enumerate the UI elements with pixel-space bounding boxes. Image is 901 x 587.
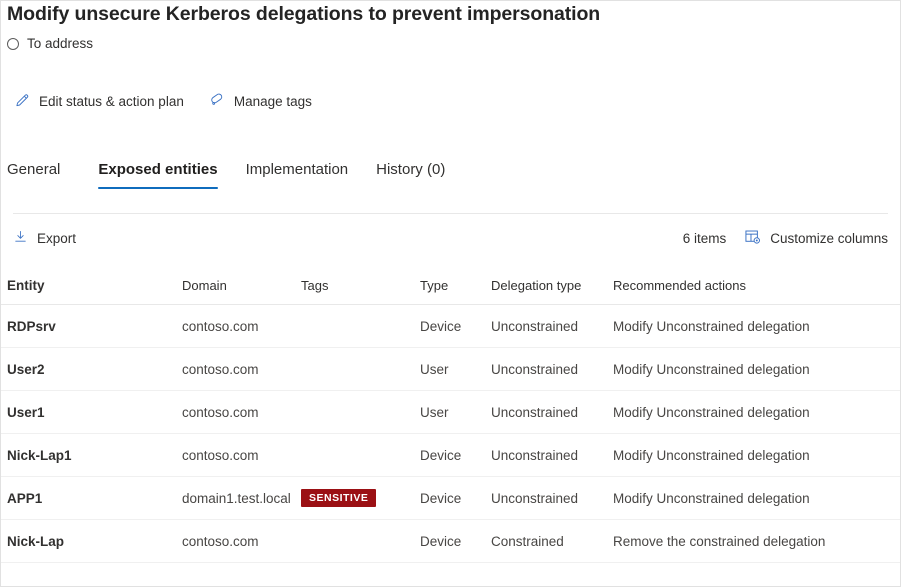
table-row[interactable]: APP1domain1.test.localSENSITIVE DeviceUnc… [1, 477, 901, 520]
cell-entity[interactable]: RDPsrv [7, 319, 182, 334]
column-header-tags: Tags [301, 278, 420, 293]
table-row[interactable]: RDPsrvcontoso.com DeviceUnconstrainedModi… [1, 305, 901, 348]
column-header-domain: Domain [182, 278, 301, 293]
manage-tags-button[interactable]: Manage tags [208, 91, 312, 112]
pencil-icon [13, 93, 30, 110]
circle-outline-icon [7, 38, 19, 50]
cell-entity[interactable]: Nick-Lap1 [7, 448, 182, 463]
tab-exposed-entities[interactable]: Exposed entities [84, 161, 231, 189]
cell-delegation-type: Unconstrained [491, 491, 613, 506]
tab-history[interactable]: History (0) [362, 161, 459, 189]
cell-entity[interactable]: User2 [7, 362, 182, 377]
cell-type: Device [420, 319, 491, 334]
cell-type: Device [420, 448, 491, 463]
column-header-delegation-type: Delegation type [491, 278, 613, 293]
status-label: To address [27, 36, 93, 51]
table-row[interactable]: Nick-Lapcontoso.com DeviceConstrainedRemo… [1, 520, 901, 563]
tab-implementation[interactable]: Implementation [232, 161, 363, 189]
cell-type: User [420, 405, 491, 420]
cell-domain: contoso.com [182, 405, 301, 420]
customize-columns-button[interactable]: Customize columns [744, 227, 888, 250]
cell-delegation-type: Unconstrained [491, 448, 613, 463]
cell-type: User [420, 362, 491, 377]
table-header-row: Entity Domain Tags Type Delegation type … [1, 267, 901, 305]
tab-bar: General Exposed entities Implementation … [1, 161, 901, 189]
cell-entity[interactable]: Nick-Lap [7, 534, 182, 549]
cell-recommended-action: Modify Unconstrained delegation [613, 319, 890, 334]
cell-delegation-type: Unconstrained [491, 319, 613, 334]
page-title: Modify unsecure Kerberos delegations to … [7, 3, 600, 26]
cell-domain: contoso.com [182, 534, 301, 549]
cell-entity[interactable]: APP1 [7, 491, 182, 506]
command-bar: Edit status & action plan Manage tags [13, 91, 312, 112]
table-row[interactable]: User2contoso.com UserUnconstrainedModify … [1, 348, 901, 391]
cell-recommended-action: Modify Unconstrained delegation [613, 405, 890, 420]
cell-tags: SENSITIVE [301, 489, 420, 507]
manage-tags-label: Manage tags [234, 94, 312, 109]
cell-entity[interactable]: User1 [7, 405, 182, 420]
download-icon [13, 229, 28, 247]
status-badge: To address [7, 36, 93, 51]
table-row[interactable]: Nick-Lap1contoso.com DeviceUnconstrainedM… [1, 434, 901, 477]
edit-status-action-plan-button[interactable]: Edit status & action plan [13, 91, 184, 112]
cell-domain: contoso.com [182, 362, 301, 377]
column-header-entity: Entity [7, 278, 182, 293]
cell-delegation-type: Unconstrained [491, 405, 613, 420]
item-count-label: 6 items [683, 231, 727, 246]
tabs-divider [13, 213, 888, 214]
cell-recommended-action: Remove the constrained delegation [613, 534, 890, 549]
column-header-recommended-actions: Recommended actions [613, 278, 890, 293]
customize-columns-label: Customize columns [770, 231, 888, 246]
cell-delegation-type: Unconstrained [491, 362, 613, 377]
cell-type: Device [420, 534, 491, 549]
cell-recommended-action: Modify Unconstrained delegation [613, 448, 890, 463]
cell-domain: contoso.com [182, 448, 301, 463]
cell-recommended-action: Modify Unconstrained delegation [613, 362, 890, 377]
column-header-type: Type [420, 278, 491, 293]
edit-status-action-plan-label: Edit status & action plan [39, 94, 184, 109]
table-toolbar: Export 6 items Customize columns [13, 223, 888, 253]
exposed-entities-table: Entity Domain Tags Type Delegation type … [1, 267, 901, 563]
table-row[interactable]: User1contoso.com UserUnconstrainedModify … [1, 391, 901, 434]
tag-icon [208, 93, 225, 110]
exposed-entities-page: Modify unsecure Kerberos delegations to … [0, 0, 901, 587]
cell-delegation-type: Constrained [491, 534, 613, 549]
export-label: Export [37, 231, 76, 246]
tab-general[interactable]: General [7, 161, 74, 189]
sensitive-tag-badge: SENSITIVE [301, 489, 376, 507]
cell-recommended-action: Modify Unconstrained delegation [613, 491, 890, 506]
table-settings-icon [744, 229, 761, 248]
cell-domain: domain1.test.local [182, 491, 301, 506]
cell-domain: contoso.com [182, 319, 301, 334]
export-button[interactable]: Export [13, 227, 76, 249]
cell-type: Device [420, 491, 491, 506]
table-body: RDPsrvcontoso.comDeviceUnconstrainedModi… [1, 305, 901, 563]
